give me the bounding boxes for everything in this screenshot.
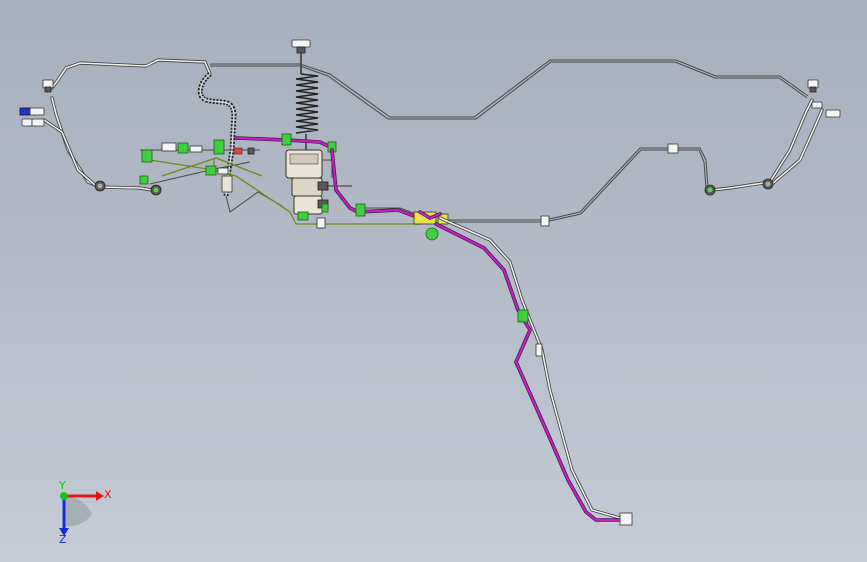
pipe-assembly-model[interactable] (0, 0, 867, 562)
z-axis-label: Z (59, 533, 67, 546)
relay-valve[interactable] (285, 149, 352, 221)
x-axis-label: X (104, 488, 112, 501)
left-upper-tube[interactable] (42, 58, 212, 192)
y-axis-dot (60, 492, 68, 500)
corrugated-hose[interactable] (197, 72, 283, 213)
x-arrowhead-icon (96, 491, 104, 501)
axis-triad: X Y Z (58, 480, 112, 546)
triad-plane-shade (64, 495, 92, 527)
spring-coil (295, 73, 319, 134)
left-valve-bracket[interactable] (139, 139, 420, 229)
graphics-viewport[interactable]: X Y Z (0, 0, 867, 562)
coil-spring[interactable] (295, 73, 319, 150)
blue-connector-icon (19, 107, 31, 116)
right-end-fittings[interactable] (704, 79, 841, 196)
middle-right-tube[interactable] (445, 143, 709, 227)
y-axis-label: Y (58, 480, 66, 492)
diagonal-down-line[interactable] (434, 216, 633, 526)
magenta-feed-line[interactable] (330, 148, 417, 218)
